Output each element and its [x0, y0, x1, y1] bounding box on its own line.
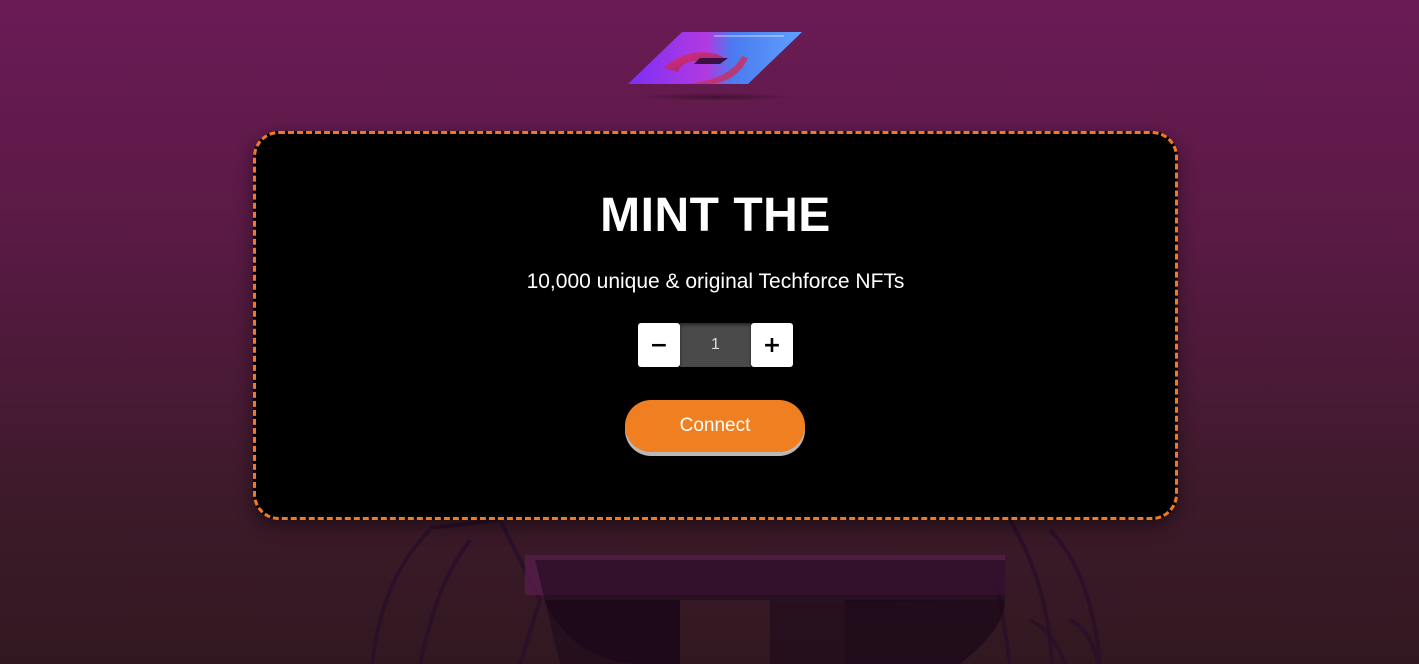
mint-card: MINT THE 10,000 unique & original Techfo… — [253, 131, 1178, 520]
decrement-button[interactable]: − — [638, 323, 680, 367]
mint-title: MINT THE — [600, 189, 831, 242]
techforce-logo-icon[interactable] — [624, 28, 806, 104]
increment-button[interactable]: + — [751, 323, 793, 367]
quantity-input[interactable] — [680, 323, 751, 367]
quantity-stepper: − + — [638, 323, 793, 367]
connect-button[interactable]: Connect — [625, 400, 805, 452]
mint-subtitle: 10,000 unique & original Techforce NFTs — [526, 270, 905, 293]
